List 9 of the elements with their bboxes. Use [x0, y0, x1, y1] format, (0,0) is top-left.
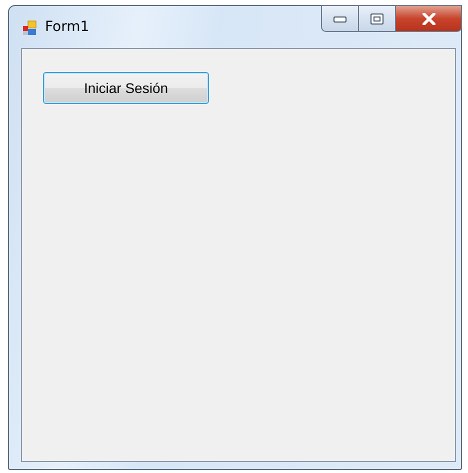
window-title: Form1 — [45, 19, 90, 35]
close-icon — [420, 12, 436, 24]
maximize-icon — [370, 12, 384, 24]
maximize-button[interactable] — [359, 5, 396, 32]
login-button[interactable]: Iniciar Sesión — [43, 72, 209, 104]
close-button[interactable] — [396, 5, 462, 32]
app-icon — [22, 20, 38, 36]
minimize-button[interactable] — [321, 5, 359, 32]
minimize-icon — [333, 14, 347, 22]
